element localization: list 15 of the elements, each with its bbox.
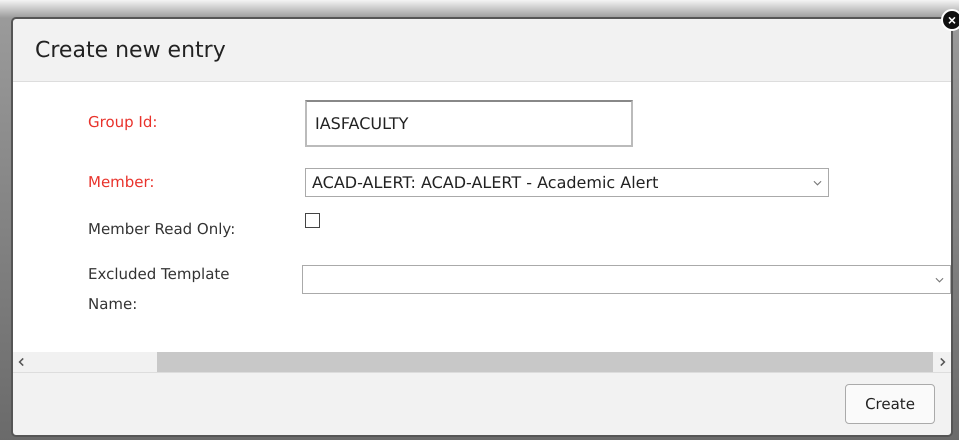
horizontal-scrollbar[interactable] (13, 352, 951, 373)
close-button[interactable]: × (941, 9, 959, 31)
field-label: Group Id: (88, 112, 158, 133)
field-label: Member Read Only: (88, 219, 236, 240)
select-field[interactable]: ACAD-ALERT: ACAD-ALERT - Academic Alert (305, 168, 829, 197)
select-field[interactable] (302, 265, 951, 294)
field-label: Excluded Template Name: (88, 264, 230, 315)
caret-icon (813, 180, 822, 186)
text-field[interactable]: IASFACULTY (305, 100, 633, 147)
checkbox[interactable] (305, 213, 320, 228)
dialog-title: Create new entry (35, 38, 226, 62)
field-label: Member: (88, 172, 156, 193)
create-button[interactable]: Create (845, 384, 935, 424)
caret-icon (935, 276, 944, 282)
scrollbar-thumb[interactable] (157, 352, 933, 372)
